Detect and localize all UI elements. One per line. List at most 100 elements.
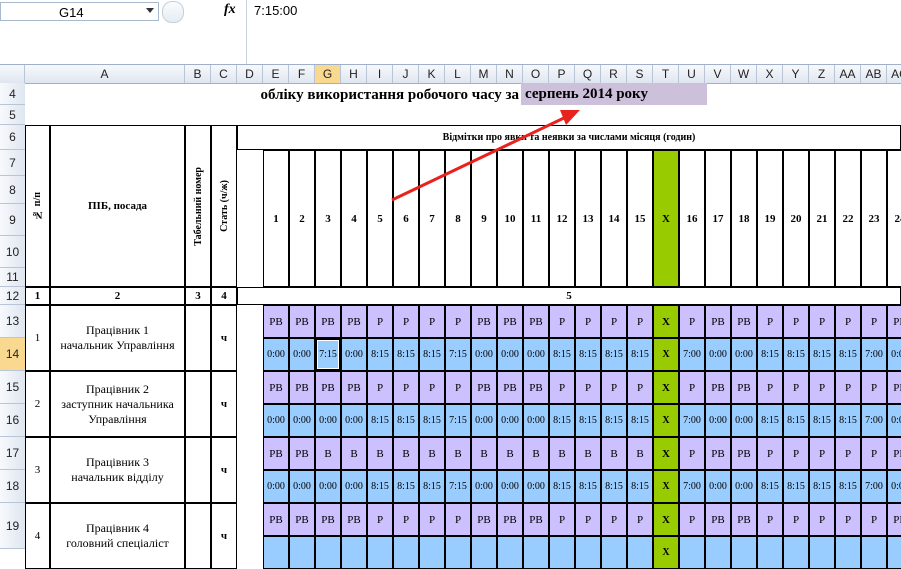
- hours-cell[interactable]: [315, 536, 341, 569]
- attendance-code[interactable]: Р: [367, 371, 393, 404]
- attendance-code[interactable]: В: [523, 437, 549, 470]
- hours-cell[interactable]: [705, 536, 731, 569]
- hours-cell[interactable]: 0:00: [263, 338, 289, 371]
- hours-cell[interactable]: 8:15: [549, 470, 575, 503]
- hours-cell[interactable]: 8:15: [575, 338, 601, 371]
- attendance-code[interactable]: Р: [393, 503, 419, 536]
- row-header-9[interactable]: 9: [0, 204, 25, 236]
- attendance-code[interactable]: Р: [627, 305, 653, 338]
- employee-tab-number[interactable]: [185, 437, 211, 503]
- column-header-m[interactable]: M: [471, 65, 497, 83]
- attendance-code[interactable]: Р: [679, 437, 705, 470]
- hours-cell[interactable]: 8:15: [393, 338, 419, 371]
- hours-cell[interactable]: [861, 536, 887, 569]
- attendance-code[interactable]: РВ: [263, 305, 289, 338]
- attendance-code[interactable]: РВ: [705, 371, 731, 404]
- column-header-o[interactable]: O: [523, 65, 549, 83]
- column-header-f[interactable]: F: [289, 65, 315, 83]
- attendance-code[interactable]: В: [419, 437, 445, 470]
- column-header-z[interactable]: Z: [809, 65, 835, 83]
- hours-cell[interactable]: 8:15: [601, 470, 627, 503]
- attendance-code[interactable]: Р: [575, 305, 601, 338]
- attendance-code[interactable]: Р: [419, 503, 445, 536]
- hours-cell[interactable]: [809, 536, 835, 569]
- hours-cell[interactable]: 7:00: [679, 338, 705, 371]
- hours-cell[interactable]: 0:00: [705, 404, 731, 437]
- employee-tab-number[interactable]: [185, 371, 211, 437]
- attendance-code[interactable]: РВ: [497, 371, 523, 404]
- column-header-u[interactable]: U: [679, 65, 705, 83]
- hours-cell[interactable]: 0:00: [289, 338, 315, 371]
- hours-cell[interactable]: 0:00: [471, 470, 497, 503]
- attendance-code[interactable]: В: [627, 437, 653, 470]
- attendance-code[interactable]: Р: [757, 305, 783, 338]
- column-header-t[interactable]: T: [653, 65, 679, 83]
- attendance-code[interactable]: РВ: [887, 503, 901, 536]
- hours-cell[interactable]: 8:15: [367, 404, 393, 437]
- column-header-s[interactable]: S: [627, 65, 653, 83]
- formula-expand-button[interactable]: [162, 1, 184, 23]
- attendance-code[interactable]: РВ: [289, 503, 315, 536]
- attendance-code[interactable]: Р: [549, 371, 575, 404]
- hours-cell[interactable]: [679, 536, 705, 569]
- hours-cell[interactable]: 0:00: [887, 470, 901, 503]
- column-header-r[interactable]: R: [601, 65, 627, 83]
- hours-cell[interactable]: [575, 536, 601, 569]
- attendance-code[interactable]: Р: [679, 305, 705, 338]
- attendance-code[interactable]: Р: [835, 437, 861, 470]
- hours-cell[interactable]: 8:15: [367, 470, 393, 503]
- insert-function-icon[interactable]: fx: [224, 2, 236, 18]
- attendance-code[interactable]: РВ: [289, 371, 315, 404]
- attendance-code[interactable]: Р: [757, 437, 783, 470]
- attendance-code[interactable]: В: [367, 437, 393, 470]
- row-header-8[interactable]: 8: [0, 176, 25, 204]
- attendance-code[interactable]: В: [575, 437, 601, 470]
- hours-cell[interactable]: [549, 536, 575, 569]
- row-header-4[interactable]: 4: [0, 83, 25, 105]
- attendance-code[interactable]: Р: [835, 371, 861, 404]
- attendance-code[interactable]: РВ: [731, 371, 757, 404]
- hours-cell[interactable]: 7:00: [861, 338, 887, 371]
- column-header-y[interactable]: Y: [783, 65, 809, 83]
- hours-cell[interactable]: X: [653, 404, 679, 437]
- attendance-code[interactable]: Р: [783, 305, 809, 338]
- attendance-code[interactable]: Р: [601, 305, 627, 338]
- name-box-dropdown-icon[interactable]: [146, 8, 154, 13]
- select-all-corner[interactable]: [0, 65, 25, 83]
- attendance-code[interactable]: Р: [601, 503, 627, 536]
- hours-cell[interactable]: [341, 536, 367, 569]
- hours-cell[interactable]: 7:00: [679, 404, 705, 437]
- hours-cell[interactable]: 8:15: [809, 338, 835, 371]
- hours-cell[interactable]: 0:00: [471, 338, 497, 371]
- hours-cell[interactable]: 7:15: [445, 404, 471, 437]
- hours-cell[interactable]: 0:00: [341, 404, 367, 437]
- hours-cell[interactable]: [497, 536, 523, 569]
- row-header-17[interactable]: 17: [0, 437, 25, 470]
- attendance-code[interactable]: Р: [601, 371, 627, 404]
- attendance-code[interactable]: РВ: [289, 305, 315, 338]
- attendance-code[interactable]: РВ: [263, 503, 289, 536]
- attendance-code[interactable]: Р: [757, 503, 783, 536]
- attendance-code[interactable]: РВ: [471, 371, 497, 404]
- hours-cell[interactable]: 8:15: [809, 470, 835, 503]
- hours-cell[interactable]: 7:15: [445, 470, 471, 503]
- hours-cell[interactable]: X: [653, 536, 679, 569]
- attendance-code[interactable]: РВ: [471, 305, 497, 338]
- attendance-code[interactable]: РВ: [731, 503, 757, 536]
- hours-cell[interactable]: [263, 536, 289, 569]
- attendance-code[interactable]: РВ: [289, 437, 315, 470]
- hours-cell[interactable]: 8:15: [393, 470, 419, 503]
- column-header-ac[interactable]: AC: [887, 65, 901, 83]
- hours-cell[interactable]: [887, 536, 901, 569]
- attendance-code[interactable]: Р: [575, 503, 601, 536]
- row-header-14[interactable]: 14: [0, 338, 25, 371]
- hours-cell[interactable]: 7:00: [679, 470, 705, 503]
- attendance-code[interactable]: X: [653, 305, 679, 338]
- column-header-c[interactable]: C: [211, 65, 237, 83]
- hours-cell[interactable]: [393, 536, 419, 569]
- attendance-code[interactable]: Р: [419, 305, 445, 338]
- name-box[interactable]: G14: [0, 2, 159, 21]
- row-header-18[interactable]: 18: [0, 470, 25, 503]
- attendance-code[interactable]: Р: [367, 305, 393, 338]
- hours-cell[interactable]: 8:15: [367, 338, 393, 371]
